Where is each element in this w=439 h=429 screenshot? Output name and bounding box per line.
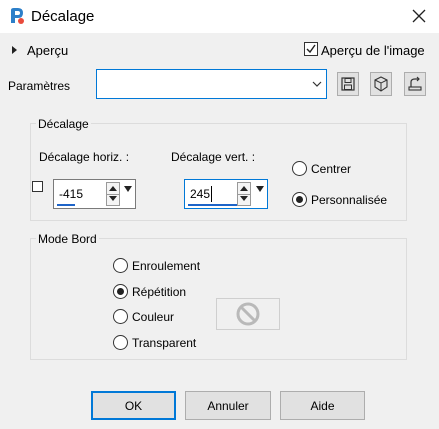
close-button[interactable]: [406, 4, 432, 28]
parametres-label: Paramètres: [8, 79, 71, 93]
centrer-label: Centrer: [311, 162, 352, 176]
chevron-down-icon: [312, 81, 322, 87]
apercu-image-label: Aperçu de l'image: [321, 43, 425, 58]
enroulement-radio[interactable]: [113, 258, 128, 273]
spin-up-icon: [109, 186, 117, 191]
manage-presets-button[interactable]: [404, 72, 426, 96]
slider-dropdown-icon[interactable]: [124, 186, 132, 192]
vert-label: Décalage vert. :: [171, 150, 256, 164]
color-swatch[interactable]: [216, 298, 280, 330]
couleur-radio[interactable]: [113, 309, 128, 324]
parametres-select[interactable]: [96, 69, 327, 99]
transparent-label: Transparent: [132, 336, 197, 350]
reset-preset-icon: [374, 76, 388, 92]
centrer-radio[interactable]: [292, 161, 307, 176]
save-preset-icon: [341, 77, 355, 91]
title-bar: Décalage: [0, 0, 439, 33]
apercu-image-checkbox[interactable]: [304, 42, 318, 56]
text-caret: [211, 186, 212, 202]
vert-offset-value: 245: [190, 187, 211, 201]
spin-divider: [238, 194, 250, 195]
horiz-offset-spinner[interactable]: -415: [53, 179, 136, 209]
vert-offset-spinner[interactable]: 245: [184, 179, 268, 209]
transparent-radio[interactable]: [113, 335, 128, 350]
personnalisee-label: Personnalisée: [311, 193, 388, 207]
personnalisee-radio[interactable]: [292, 192, 307, 207]
cancel-button[interactable]: Annuler: [185, 391, 271, 420]
couleur-label: Couleur: [132, 310, 175, 324]
horiz-spin-arrows[interactable]: [106, 182, 120, 206]
save-preset-button[interactable]: [337, 72, 359, 96]
slider-dropdown-icon[interactable]: [256, 186, 264, 192]
repetition-label: Répétition: [132, 285, 187, 299]
vert-spin-arrows[interactable]: [237, 182, 251, 206]
paint-shop-pro-icon: [11, 8, 24, 24]
mode-bord-group-label: Mode Bord: [36, 232, 99, 246]
decalage-group-label: Décalage: [36, 117, 91, 131]
apercu-toggle[interactable]: Aperçu: [27, 43, 68, 58]
link-offsets-checkbox[interactable]: [32, 181, 43, 192]
enroulement-label: Enroulement: [132, 259, 201, 273]
spin-down-icon: [240, 196, 248, 201]
horiz-offset-slider-bar: [57, 204, 75, 206]
checkmark-icon: [306, 44, 316, 54]
expand-arrow-icon[interactable]: [11, 45, 19, 55]
no-color-icon: [236, 302, 260, 326]
spin-up-icon: [240, 186, 248, 191]
spin-down-icon: [109, 196, 117, 201]
window-title: Décalage: [31, 8, 95, 25]
ok-button[interactable]: OK: [91, 391, 176, 420]
horiz-offset-value: -415: [59, 187, 84, 201]
help-button[interactable]: Aide: [280, 391, 365, 420]
spin-divider: [107, 194, 119, 195]
vert-offset-slider-bar: [188, 204, 243, 206]
repetition-radio[interactable]: [113, 284, 128, 299]
manage-presets-icon: [408, 76, 422, 91]
reset-preset-button[interactable]: [370, 72, 392, 96]
close-icon: [412, 9, 426, 23]
horiz-label: Décalage horiz. :: [39, 150, 130, 164]
